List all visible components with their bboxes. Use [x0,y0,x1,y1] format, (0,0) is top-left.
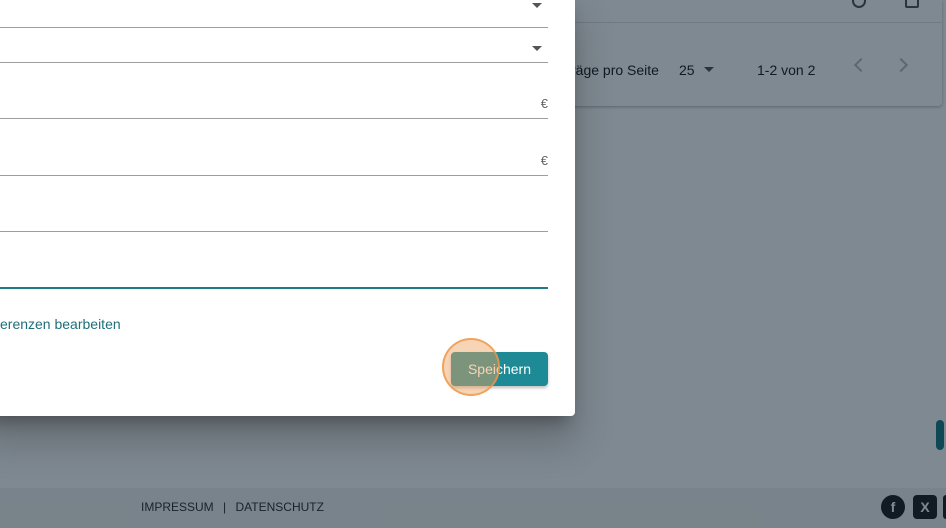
select-field-2[interactable] [0,0,548,63]
euro-suffix: € [540,153,548,168]
edit-dialog: € € erenzen bearbeiten Speichern [0,0,575,416]
text-field-1[interactable] [0,184,548,232]
text-field-2[interactable] [0,240,548,289]
save-button[interactable]: Speichern [451,352,548,386]
euro-suffix: € [540,96,548,111]
currency-field-1[interactable]: € [0,72,548,119]
currency-field-2[interactable]: € [0,128,548,176]
chevron-down-icon[interactable] [532,46,542,51]
edit-preferences-link[interactable]: erenzen bearbeiten [0,316,121,332]
